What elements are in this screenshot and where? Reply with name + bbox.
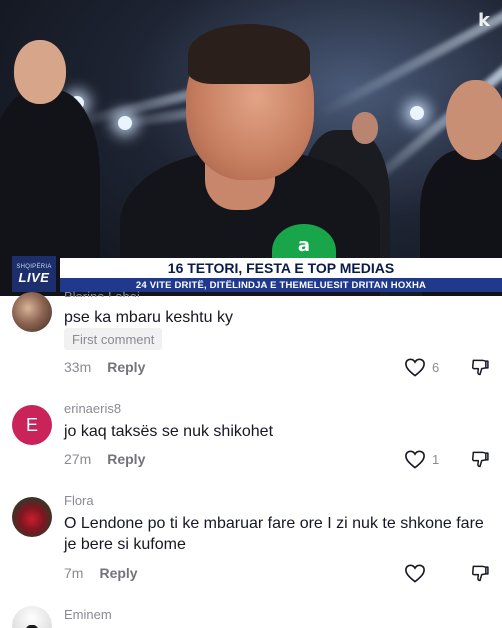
comment-meta: 27m Reply [64, 451, 145, 467]
background-person-face [14, 40, 66, 104]
reply-button[interactable]: Reply [107, 451, 145, 467]
comment-username[interactable]: Eminem [64, 607, 112, 622]
stage-light [118, 116, 132, 130]
thumbs-down-outline-icon [471, 565, 489, 582]
reply-button[interactable]: Reply [107, 359, 145, 375]
avatar[interactable] [12, 292, 52, 332]
heart-outline-icon [405, 564, 425, 583]
stage-light [410, 106, 424, 120]
comment-meta: 7m Reply [64, 565, 138, 581]
dislike-button[interactable] [470, 357, 490, 382]
avatar-letter: E [25, 414, 38, 435]
avatar[interactable] [12, 497, 52, 537]
comment-time: 27m [64, 451, 92, 467]
background-person-face [446, 80, 502, 160]
channel-corner-logo: k [478, 10, 490, 31]
avatar[interactable]: E [12, 405, 52, 445]
like-count: 1 [432, 451, 440, 467]
comment-time: 7m [64, 565, 84, 581]
dislike-button[interactable] [470, 563, 490, 588]
comment-meta: 33m Reply [64, 359, 145, 375]
dislike-button[interactable] [470, 449, 490, 474]
comment-username[interactable]: erinaeris8 [64, 401, 121, 416]
news-headline: 16 TETORI, FESTA E TOP MEDIAS [60, 258, 502, 278]
heart-outline-icon [405, 358, 425, 377]
like-button[interactable]: 1 [404, 449, 439, 469]
thumbs-down-outline-icon [471, 359, 489, 376]
channel-logo-live: LIVE [18, 269, 50, 285]
like-button[interactable] [404, 563, 432, 583]
like-count: 6 [432, 359, 440, 375]
comment-time: 33m [64, 359, 92, 375]
interviewee-hair [188, 24, 310, 84]
video-player[interactable]: a k SHQIPËRIA LIVE 16 TETORI, FESTA E TO… [0, 0, 502, 296]
reply-button[interactable]: Reply [99, 565, 137, 581]
heart-outline-icon [405, 450, 425, 469]
avatar[interactable] [12, 606, 52, 628]
background-person-face [352, 112, 378, 144]
thumbs-down-outline-icon [471, 451, 489, 468]
comment-text: O Lendone po ti ke mbaruar fare ore I zi… [64, 515, 484, 553]
comment-username[interactable]: Blerina Labaj [64, 287, 140, 297]
comment-username[interactable]: Flora [64, 493, 94, 508]
comment-text: jo kaq taksës se nuk shikohet [64, 423, 274, 440]
first-comment-badge: First comment [64, 328, 163, 350]
channel-logo: SHQIPËRIA LIVE [12, 256, 56, 292]
like-button[interactable]: 6 [404, 357, 439, 377]
comment-text: pse ka mbaru keshtu ky [64, 309, 233, 326]
